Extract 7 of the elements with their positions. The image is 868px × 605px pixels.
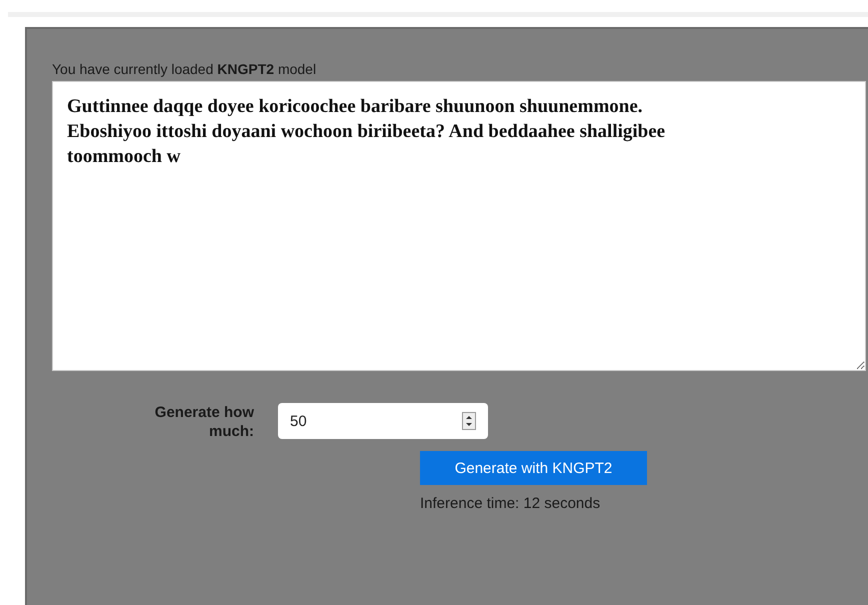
inference-time: Inference time: 12 seconds (420, 495, 600, 512)
spinner-icon[interactable] (462, 412, 476, 430)
text-area[interactable]: Guttinnee daqqe doyee koricoochee baribare shuunoon shuunemmone. Eboshiyoo ittoshi doyaani wochoon biriibeeta? And beddaahee shalligibee toommooch w (52, 81, 866, 371)
length-label: Generate how much: (154, 403, 254, 441)
generate-button[interactable]: Generate with KNGPT2 (420, 451, 647, 485)
model-notice: You have currently loaded KNGPT2 model (52, 61, 318, 77)
number-field[interactable]: 50 (278, 403, 488, 439)
